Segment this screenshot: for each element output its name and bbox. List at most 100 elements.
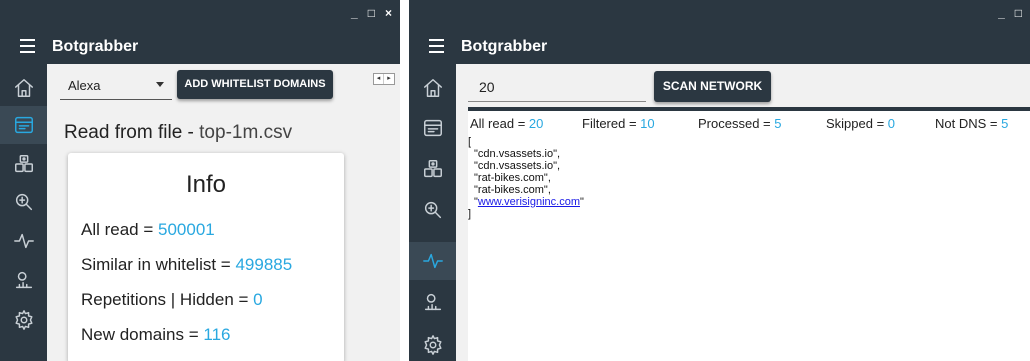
stat-skipped: Skipped = 0 [826,116,895,131]
json-close-bracket: ] [468,208,472,220]
scroll-right-icon[interactable]: ▸ [384,74,394,84]
json-open-bracket: [ [468,136,472,148]
stat-value: 5 [1001,116,1009,131]
sidebar [409,64,456,361]
info-card: Info All read = 500001 Similar in whitel… [68,153,344,361]
stat-all-read: All read = 20 [470,116,543,131]
info-all-read: All read = 500001 [81,220,215,240]
menu-icon[interactable] [20,39,35,53]
stat-processed: Processed = 5 [698,116,781,131]
info-label: New domains = [81,325,204,344]
nav-analysis[interactable] [0,106,47,144]
read-from-file-label: Read from file - top-1m.csv [64,122,292,144]
app-bar: Botgrabber [409,30,1030,64]
scan-network-button[interactable]: SCAN NETWORK [654,71,771,102]
info-value: 116 [203,325,231,344]
nav-robot[interactable] [0,145,47,183]
json-quote: " [580,196,584,208]
sidebar [0,64,47,361]
nav-settings[interactable] [0,301,47,339]
stat-label: Not DNS = [935,116,1002,131]
json-entry: "cdn.vsassets.io", [474,148,561,160]
stat-not-dns: Not DNS = 5 [935,116,1008,131]
scan-count-input[interactable] [468,72,646,102]
json-entry: "rat-bikes.com", [474,172,551,184]
info-card-title: Info [185,171,227,198]
nav-robot[interactable] [409,150,456,188]
stat-value: 5 [774,116,782,131]
stats-icon [15,271,32,289]
stat-label: Filtered = [582,116,641,131]
info-new-domains: New domains = 116 [81,325,230,345]
add-whitelist-domains-button[interactable]: ADD WHITELIST DOMAINS [177,70,333,99]
close-button[interactable]: × [385,6,392,20]
app-title: Botgrabber [52,38,139,55]
info-repetitions-hidden: Repetitions | Hidden = 0 [81,290,263,310]
stat-value: 0 [887,116,896,131]
nav-settings[interactable] [409,326,456,361]
stat-value: 10 [640,116,655,131]
bug-search-icon [15,193,32,211]
nav-bug-search[interactable] [0,183,47,221]
read-from-file-name: top-1m.csv [199,122,293,143]
robot-icon [423,160,442,178]
window-gap [400,0,409,361]
home-icon [14,79,33,97]
chevron-down-icon [156,82,164,87]
nav-analysis[interactable] [409,109,456,147]
nav-pulse[interactable] [409,242,456,280]
nav-stats[interactable] [0,261,47,299]
stat-label: Processed = [698,116,775,131]
maximize-button[interactable]: □ [1015,6,1022,20]
app-bar: Botgrabber [0,30,400,64]
browser-icon [14,116,33,134]
nav-bug-search[interactable] [409,191,456,229]
scroll-left-icon[interactable]: ◂ [374,74,384,84]
info-label: Repetitions | Hidden = [81,290,254,309]
gear-icon [423,335,442,355]
botgrabber-window-left: _ □ × Botgrabber Alexa ADD WHITELIST DOM… [0,0,400,361]
info-value: 499885 [235,255,293,274]
source-select-value: Alexa [68,78,101,93]
stat-value: 20 [528,116,544,131]
source-select[interactable]: Alexa [60,72,172,100]
home-icon [423,79,442,97]
read-from-file-prefix: Read from file - [64,122,200,143]
stat-filtered: Filtered = 10 [582,116,655,131]
nav-home[interactable] [409,69,456,107]
info-value: 0 [253,290,263,309]
scan-output-panel: All read = 20 Filtered = 10 Processed = … [468,107,1030,361]
title-bar: _ □ [409,0,1030,30]
tab-scroller: ◂ ▸ [373,73,395,85]
menu-icon[interactable] [429,39,444,53]
minimize-button[interactable]: _ [998,6,1005,20]
stat-label: All read = [470,116,529,131]
json-output: [ "cdn.vsassets.io", "cdn.vsassets.io", … [468,136,584,220]
browser-icon [423,119,442,137]
info-label: Similar in whitelist = [81,255,236,274]
maximize-button[interactable]: □ [368,6,375,20]
pulse-icon [422,253,443,269]
bug-search-icon [424,201,441,219]
main-content: SCAN NETWORK All read = 20 Filtered = 10… [456,64,1030,361]
scan-stats: All read = 20 Filtered = 10 Processed = … [468,116,1030,132]
pulse-icon [13,233,34,249]
info-similar-in-whitelist: Similar in whitelist = 499885 [81,255,292,275]
botgrabber-window-right: _ □ Botgrabber SCAN NETWORK [409,0,1030,361]
main-content: Alexa ADD WHITELIST DOMAINS ◂ ▸ Read fro… [47,64,400,361]
info-label: All read = [81,220,159,239]
title-bar: _ □ × [0,0,400,30]
robot-icon [14,155,33,173]
minimize-button[interactable]: _ [351,6,358,20]
app-title: Botgrabber [461,38,548,55]
verisign-link[interactable]: www.verisigninc.com [478,196,580,208]
stat-label: Skipped = [826,116,888,131]
nav-pulse[interactable] [0,222,47,260]
json-entry: "cdn.vsassets.io", [474,160,561,172]
info-value: 500001 [158,220,215,239]
json-entry: "rat-bikes.com", [474,184,551,196]
nav-stats[interactable] [409,283,456,321]
gear-icon [14,310,33,330]
json-link-entry: "www.verisigninc.com" [468,196,584,208]
nav-home[interactable] [0,69,47,107]
